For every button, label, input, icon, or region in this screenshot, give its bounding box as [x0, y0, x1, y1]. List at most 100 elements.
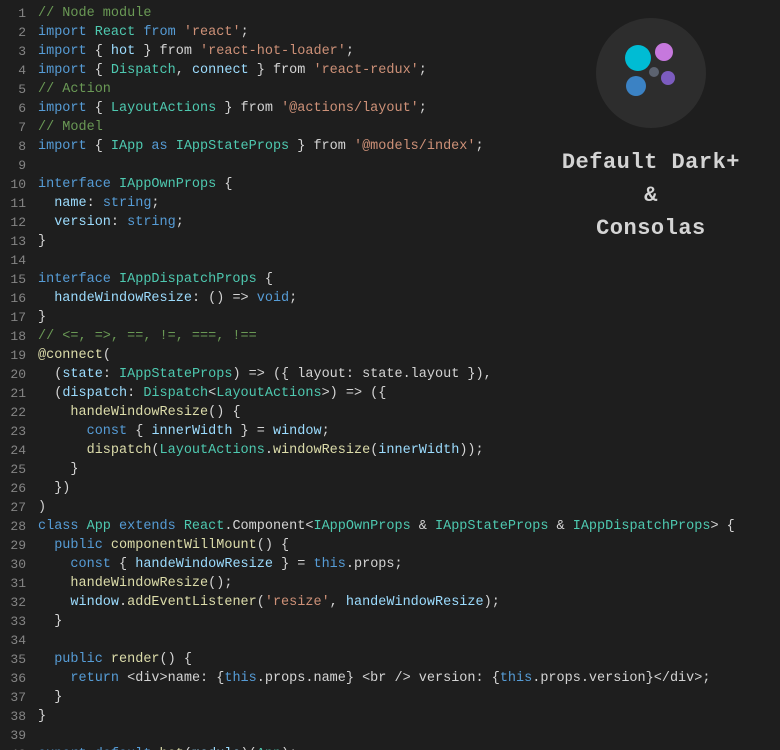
- line-content: [38, 726, 46, 745]
- line-number: 36: [0, 671, 38, 686]
- logo-circle: [596, 18, 706, 128]
- line-number: 19: [0, 348, 38, 363]
- line-content: [38, 631, 46, 650]
- line-content: }: [38, 612, 62, 631]
- line-number: 26: [0, 481, 38, 496]
- code-line: 40export default hot(module)(App);: [0, 745, 780, 750]
- line-number: 31: [0, 576, 38, 591]
- line-content: dispatch(LayoutActions.windowResize(inne…: [38, 441, 484, 460]
- line-content: handeWindowResize: () => void;: [38, 289, 297, 308]
- theme-label: Default Dark+ & Consolas: [562, 146, 740, 245]
- code-line: 16 handeWindowResize: () => void;: [0, 289, 780, 308]
- code-line: 15interface IAppDispatchProps {: [0, 270, 780, 289]
- code-line: 19@connect(: [0, 346, 780, 365]
- code-line: 37 }: [0, 688, 780, 707]
- line-number: 12: [0, 215, 38, 230]
- line-number: 37: [0, 690, 38, 705]
- line-number: 23: [0, 424, 38, 439]
- code-line: 35 public render() {: [0, 650, 780, 669]
- line-number: 3: [0, 44, 38, 59]
- line-content: [38, 156, 46, 175]
- code-line: 25 }: [0, 460, 780, 479]
- line-number: 38: [0, 709, 38, 724]
- line-number: 34: [0, 633, 38, 648]
- line-content: }): [38, 479, 70, 498]
- line-content: import { hot } from 'react-hot-loader';: [38, 42, 354, 61]
- code-line: 26 }): [0, 479, 780, 498]
- line-content: const { handeWindowResize } = this.props…: [38, 555, 403, 574]
- line-number: 1: [0, 6, 38, 21]
- line-content: ): [38, 498, 46, 517]
- line-number: 39: [0, 728, 38, 743]
- line-number: 10: [0, 177, 38, 192]
- line-content: import { IApp as IAppStateProps } from '…: [38, 137, 484, 156]
- line-content: import { Dispatch, connect } from 'react…: [38, 61, 427, 80]
- code-line: 31 handeWindowResize();: [0, 574, 780, 593]
- line-number: 8: [0, 139, 38, 154]
- line-content: const { innerWidth } = window;: [38, 422, 330, 441]
- code-line: 33 }: [0, 612, 780, 631]
- line-content: (dispatch: Dispatch<LayoutActions>) => (…: [38, 384, 386, 403]
- line-content: class App extends React.Component<IAppOw…: [38, 517, 735, 536]
- line-number: 20: [0, 367, 38, 382]
- line-number: 17: [0, 310, 38, 325]
- line-content: @connect(: [38, 346, 111, 365]
- code-editor: Default Dark+ & Consolas 1// Node module…: [0, 0, 780, 750]
- code-line: 34: [0, 631, 780, 650]
- code-line: 29 public componentWillMount() {: [0, 536, 780, 555]
- line-content: // Node module: [38, 4, 151, 23]
- code-line: 24 dispatch(LayoutActions.windowResize(i…: [0, 441, 780, 460]
- code-line: 21 (dispatch: Dispatch<LayoutActions>) =…: [0, 384, 780, 403]
- code-line: 32 window.addEventListener('resize', han…: [0, 593, 780, 612]
- line-number: 6: [0, 101, 38, 116]
- line-number: 2: [0, 25, 38, 40]
- code-line: 22 handeWindowResize() {: [0, 403, 780, 422]
- line-content: public render() {: [38, 650, 192, 669]
- line-number: 9: [0, 158, 38, 173]
- line-content: }: [38, 460, 79, 479]
- line-number: 27: [0, 500, 38, 515]
- line-content: version: string;: [38, 213, 184, 232]
- code-line: 20 (state: IAppStateProps) => ({ layout:…: [0, 365, 780, 384]
- line-content: name: string;: [38, 194, 160, 213]
- code-line: 39: [0, 726, 780, 745]
- line-content: interface IAppDispatchProps {: [38, 270, 273, 289]
- line-number: 13: [0, 234, 38, 249]
- line-number: 11: [0, 196, 38, 211]
- line-number: 15: [0, 272, 38, 287]
- line-content: // Action: [38, 80, 111, 99]
- logo-area: Default Dark+ & Consolas: [562, 18, 740, 245]
- line-content: public componentWillMount() {: [38, 536, 289, 555]
- line-number: 5: [0, 82, 38, 97]
- line-number: 28: [0, 519, 38, 534]
- line-number: 25: [0, 462, 38, 477]
- line-content: import React from 'react';: [38, 23, 249, 42]
- line-content: // <=, =>, ==, !=, ===, !==: [38, 327, 257, 346]
- line-content: }: [38, 232, 46, 251]
- line-content: }: [38, 707, 46, 726]
- line-content: [38, 251, 46, 270]
- line-number: 14: [0, 253, 38, 268]
- line-content: interface IAppOwnProps {: [38, 175, 232, 194]
- line-number: 29: [0, 538, 38, 553]
- line-content: }: [38, 688, 62, 707]
- line-content: import { LayoutActions } from '@actions/…: [38, 99, 427, 118]
- code-line: 36 return <div>name: {this.props.name} <…: [0, 669, 780, 688]
- code-line: 18// <=, =>, ==, !=, ===, !==: [0, 327, 780, 346]
- line-content: (state: IAppStateProps) => ({ layout: st…: [38, 365, 492, 384]
- line-number: 4: [0, 63, 38, 78]
- line-number: 18: [0, 329, 38, 344]
- code-line: 28class App extends React.Component<IApp…: [0, 517, 780, 536]
- line-number: 7: [0, 120, 38, 135]
- line-content: handeWindowResize() {: [38, 403, 241, 422]
- line-content: export default hot(module)(App);: [38, 745, 297, 750]
- line-content: return <div>name: {this.props.name} <br …: [38, 669, 710, 688]
- line-content: window.addEventListener('resize', handeW…: [38, 593, 500, 612]
- logo-svg: [606, 28, 696, 118]
- line-number: 21: [0, 386, 38, 401]
- line-number: 30: [0, 557, 38, 572]
- code-line: 14: [0, 251, 780, 270]
- line-number: 35: [0, 652, 38, 667]
- code-line: 38}: [0, 707, 780, 726]
- line-number: 32: [0, 595, 38, 610]
